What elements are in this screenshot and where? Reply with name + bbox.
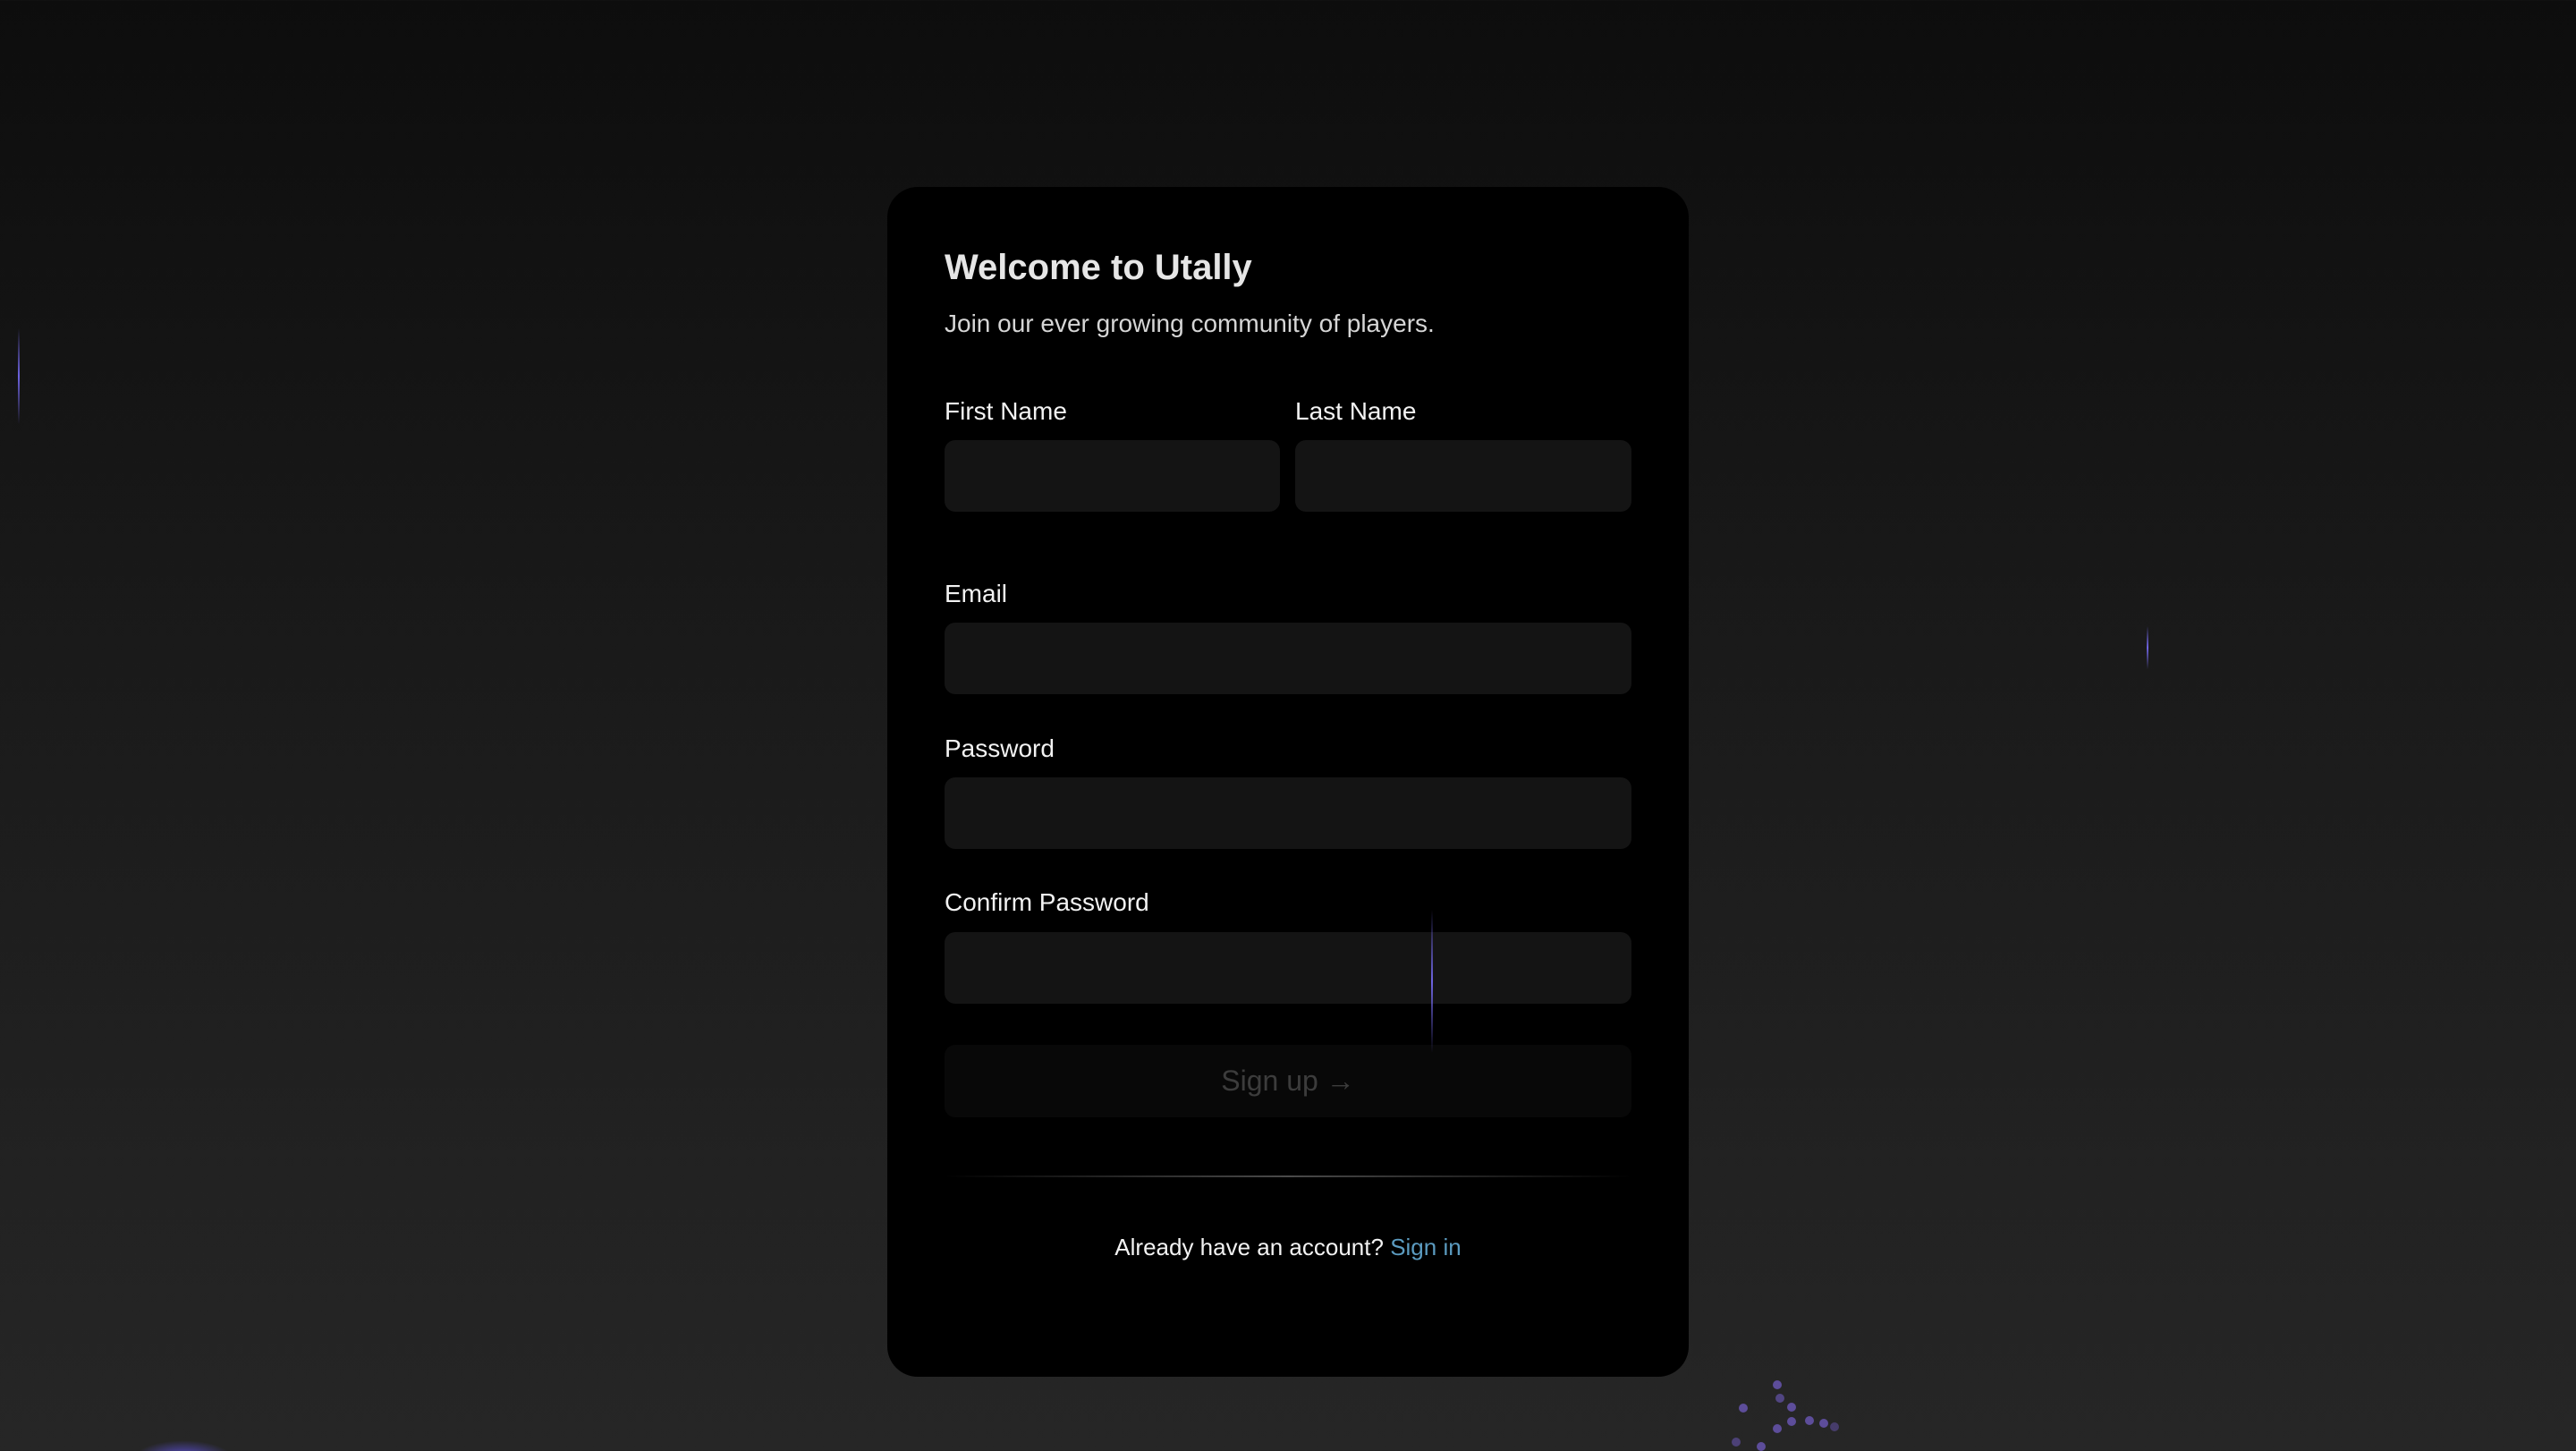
sign-up-button[interactable]: Sign up → [945, 1045, 1631, 1117]
page-title: Welcome to Utally [945, 248, 1252, 287]
password-input[interactable] [945, 777, 1631, 849]
last-name-label: Last Name [1295, 397, 1417, 425]
email-input[interactable] [945, 623, 1631, 694]
first-name-input[interactable] [945, 440, 1280, 512]
email-label: Email [945, 580, 1008, 607]
subtitle: Join our ever growing community of playe… [945, 310, 1435, 337]
decorative-beam [1431, 910, 1433, 1053]
decorative-glow [134, 1440, 233, 1451]
decorative-beam [18, 328, 20, 424]
signin-prompt: Already have an account? Sign in [887, 1234, 1689, 1261]
confirm-password-label: Confirm Password [945, 888, 1149, 916]
sign-in-link[interactable]: Sign in [1390, 1234, 1462, 1260]
password-label: Password [945, 734, 1055, 762]
divider [945, 1175, 1631, 1177]
signup-card: Welcome to Utally Join our ever growing … [887, 187, 1689, 1377]
first-name-label: First Name [945, 397, 1067, 425]
decorative-beam [2147, 626, 2148, 669]
confirm-password-input[interactable] [945, 932, 1631, 1004]
signin-prompt-text: Already have an account? [1114, 1234, 1384, 1260]
last-name-input[interactable] [1295, 440, 1631, 512]
